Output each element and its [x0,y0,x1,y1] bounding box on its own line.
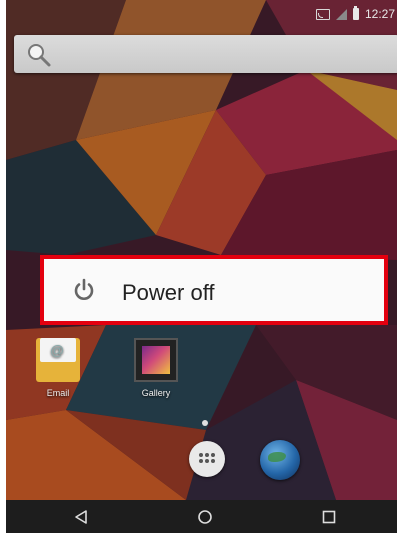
app-gallery[interactable]: Gallery [128,338,184,398]
power-off-dialog[interactable]: Power off [40,255,388,325]
gallery-icon [134,338,178,382]
power-icon [74,278,94,300]
browser-globe-icon[interactable] [260,440,300,480]
recents-icon[interactable] [320,508,338,526]
app-drawer-icon[interactable] [189,441,225,477]
app-label-email: Email [46,388,70,398]
email-icon: @ [36,338,80,382]
signal-icon [335,8,347,20]
page-indicator-dot [202,420,208,426]
navigation-bar [6,500,397,533]
search-bar[interactable] [14,35,397,73]
status-bar: 12:27 [6,0,397,28]
phone-screen: 12:27 @ Email Gallery Power off [6,0,397,533]
app-label-gallery: Gallery [141,388,171,398]
battery-icon [352,6,359,20]
home-icon[interactable] [196,508,214,526]
power-off-label: Power off [122,280,215,305]
back-icon[interactable] [72,508,90,526]
cast-icon [315,8,330,20]
app-email[interactable]: @ Email [30,338,86,398]
search-icon [28,44,51,67]
status-time: 12:27 [364,7,395,21]
